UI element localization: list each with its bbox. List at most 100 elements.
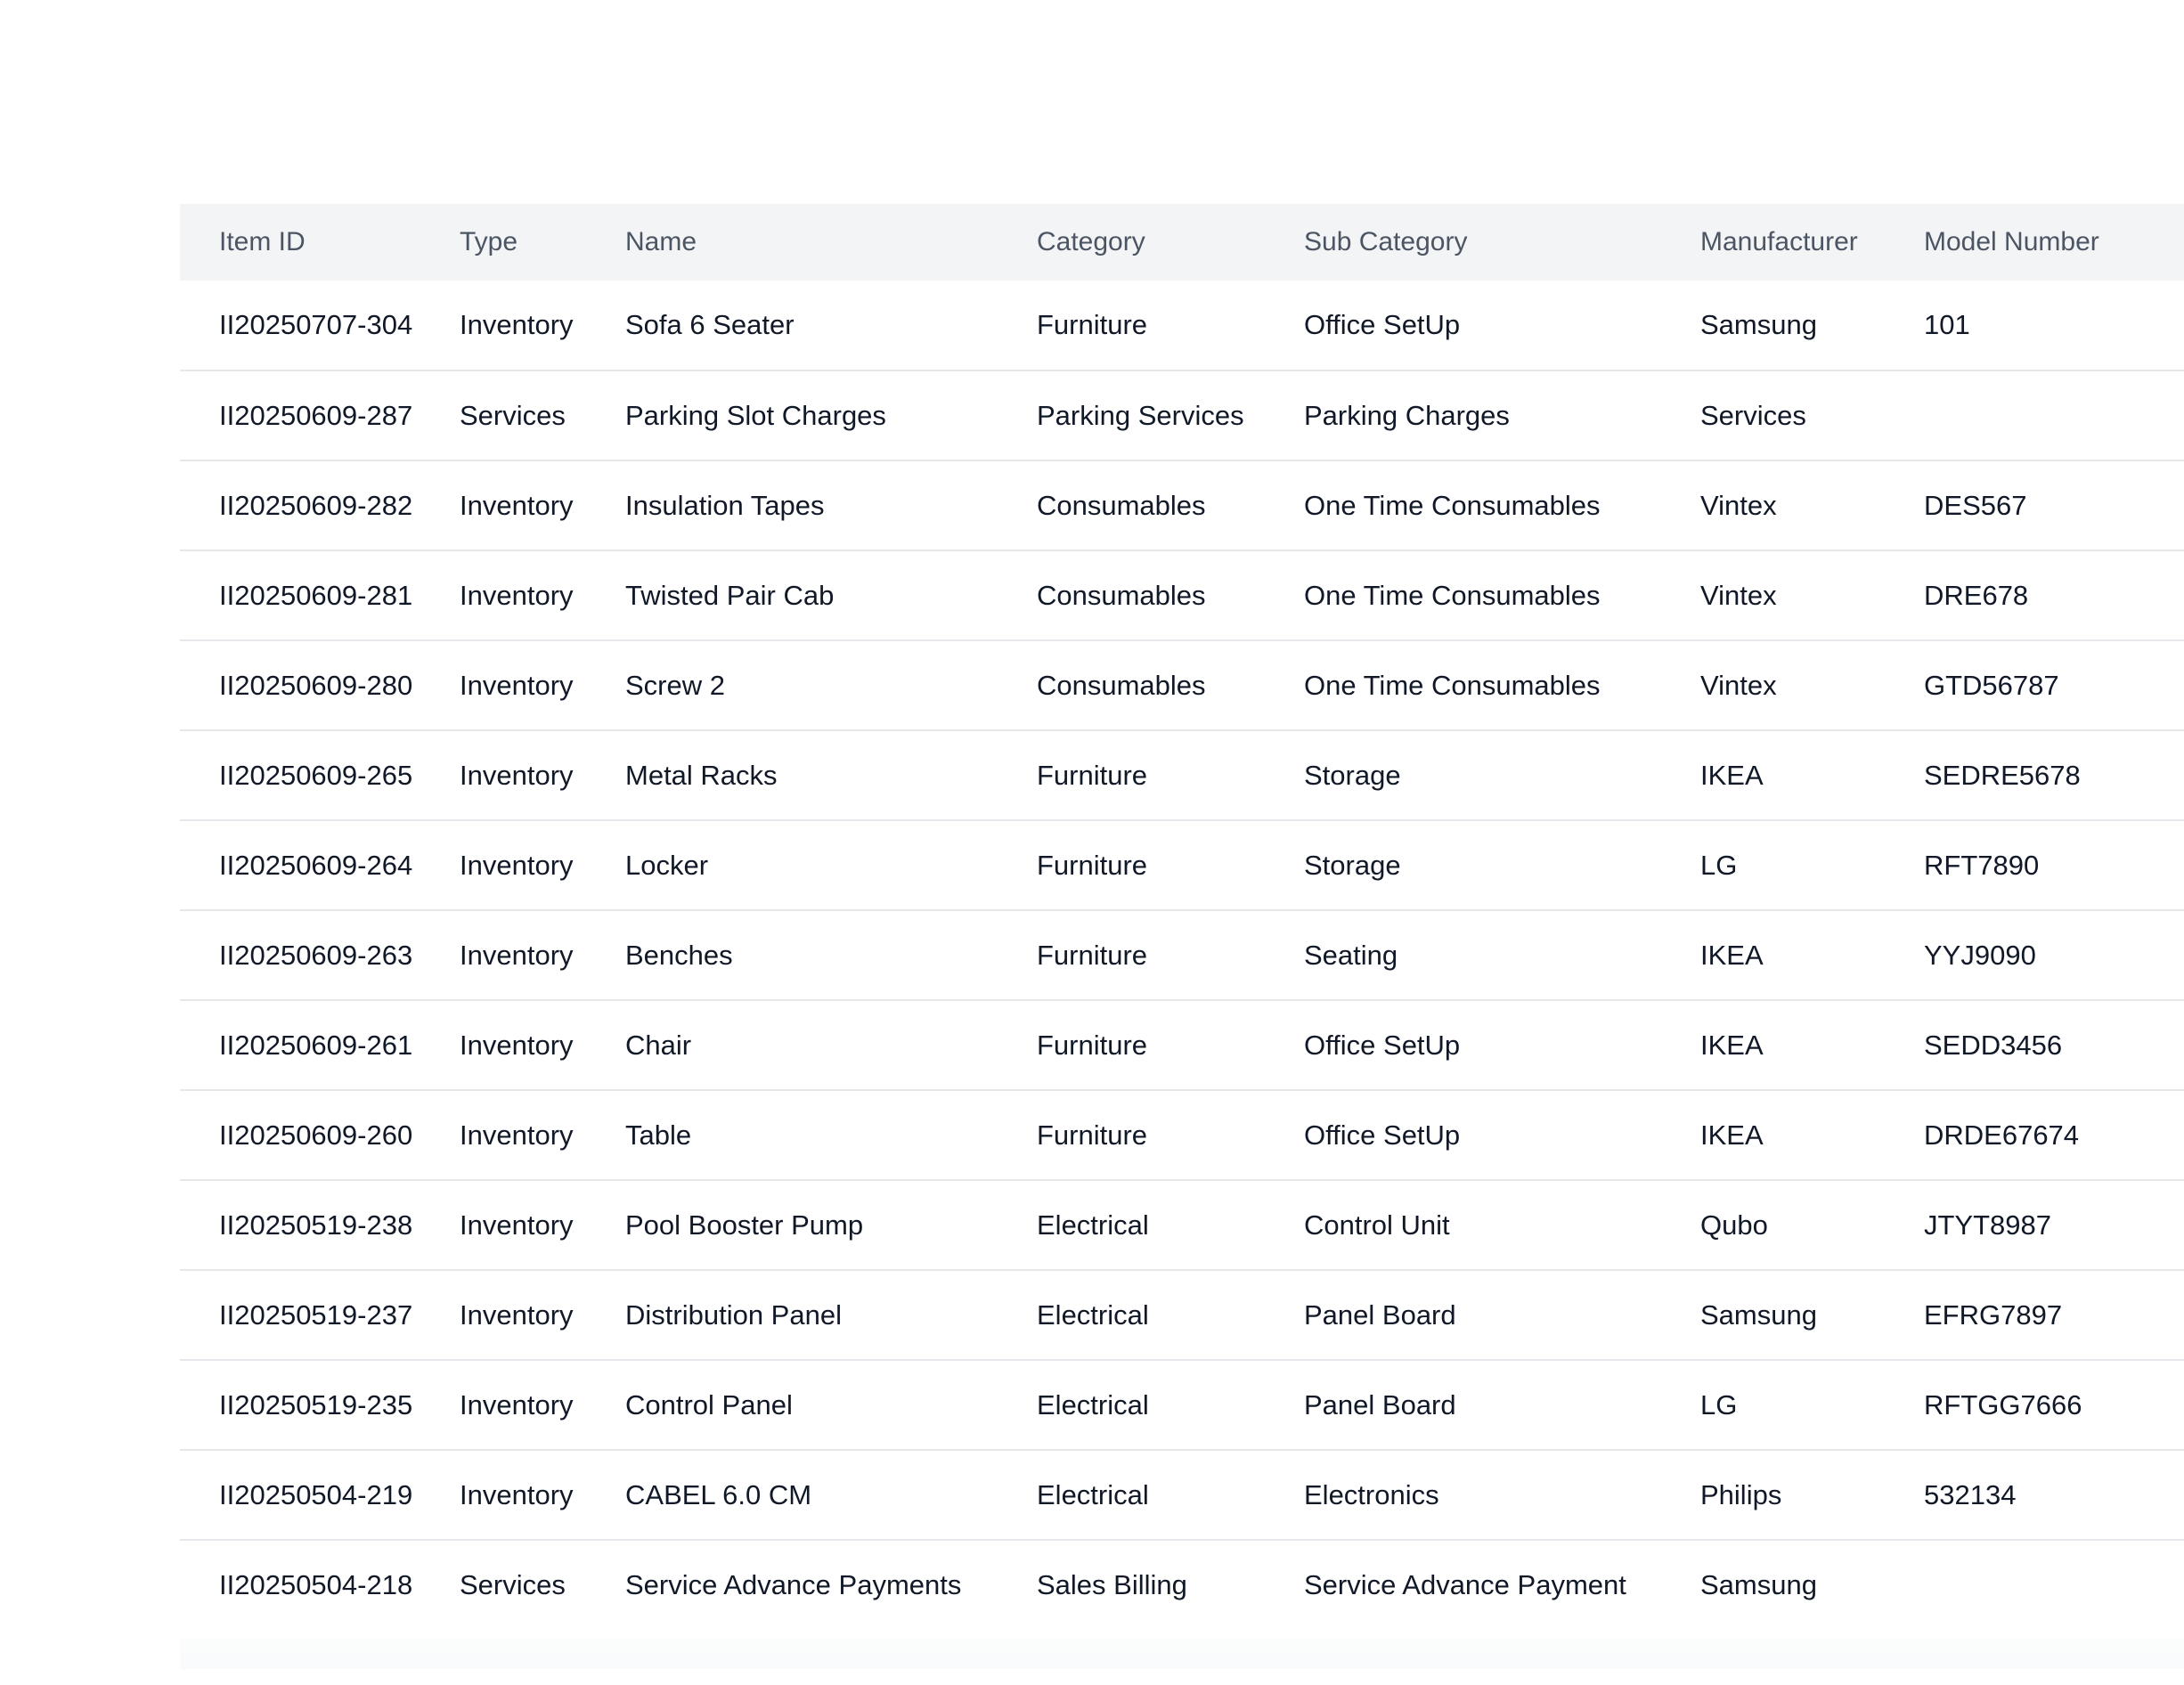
column-header-sub-category[interactable]: Sub Category [1304, 204, 1700, 281]
cell-sub-category: Storage [1304, 759, 1401, 791]
table-row[interactable]: II20250519-235 Inventory Control Panel Elec… [180, 1360, 2184, 1450]
table-row[interactable]: II20250504-219 Inventory CABEL 6.0 CM Elect… [180, 1450, 2184, 1540]
cell-sub-category: Service Advance Payment [1304, 1569, 1626, 1600]
table-row[interactable]: II20250519-237 Inventory Distribution Pane… [180, 1270, 2184, 1360]
cell-name: Insulation Tapes [625, 489, 825, 521]
cell-name: Locker [625, 849, 709, 881]
cell-type: Inventory [460, 1119, 574, 1151]
cell-sub-category: Panel Board [1304, 1388, 1456, 1420]
cell-category: Consumables [1037, 669, 1206, 701]
cell-name: Service Advance Payments [625, 1569, 962, 1600]
cell-name: Control Panel [625, 1388, 793, 1420]
cell-name: Pool Booster Pump [625, 1209, 864, 1241]
table-row[interactable]: II20250609-261 Inventory Chair Furniture Off… [180, 1000, 2184, 1090]
cell-category: Electrical [1037, 1478, 1149, 1510]
cell-type: Inventory [460, 489, 574, 521]
column-header-name[interactable]: Name [625, 204, 1037, 281]
cell-category: Sales Billing [1037, 1569, 1187, 1600]
cell-manufacturer: Philips [1700, 1478, 1782, 1510]
cell-sub-category: Panel Board [1304, 1298, 1456, 1331]
cell-sub-category: Seating [1304, 939, 1398, 971]
column-header-model-number[interactable]: Model Number [1924, 204, 2184, 281]
cell-sub-category: Office SetUp [1304, 309, 1461, 340]
cell-model-number [1924, 370, 2184, 460]
cell-type: Inventory [460, 1388, 574, 1420]
cell-model-number: SEDRE5678 [1924, 759, 2081, 791]
cell-model-number: 101 [1924, 309, 1970, 340]
cell-item-id: II20250609-261 [219, 1029, 413, 1061]
column-header-type[interactable]: Type [460, 204, 625, 281]
cell-category: Furniture [1037, 1119, 1148, 1151]
items-table: Item ID Type Name Category Sub Category … [180, 204, 2184, 1630]
cell-name: Twisted Pair Cab [625, 579, 835, 611]
cell-name: Distribution Panel [625, 1298, 842, 1331]
cell-sub-category: Storage [1304, 849, 1401, 881]
cell-sub-category: One Time Consumables [1304, 669, 1601, 701]
cell-category: Furniture [1037, 1029, 1148, 1061]
table-row[interactable]: II20250609-282 Inventory Insulation Tapes C… [180, 460, 2184, 550]
cell-type: Inventory [460, 1478, 574, 1510]
items-table-container: Item ID Type Name Category Sub Category … [180, 204, 2184, 1669]
cell-sub-category: One Time Consumables [1304, 579, 1601, 611]
cell-manufacturer: Vintex [1700, 669, 1777, 701]
cell-category: Furniture [1037, 849, 1148, 881]
cell-item-id: II20250609-264 [219, 849, 413, 881]
table-row[interactable]: II20250519-238 Inventory Pool Booster Pump… [180, 1180, 2184, 1270]
cell-item-id: II20250609-265 [219, 759, 413, 791]
cell-manufacturer: Samsung [1700, 1298, 1817, 1331]
table-header: Item ID Type Name Category Sub Category … [180, 204, 2184, 281]
table-bottom-fade [180, 1639, 2184, 1669]
cell-manufacturer: IKEA [1700, 759, 1764, 791]
cell-item-id: II20250519-238 [219, 1209, 413, 1241]
cell-item-id: II20250519-237 [219, 1298, 413, 1331]
cell-item-id: II20250609-280 [219, 669, 413, 701]
cell-manufacturer: Vintex [1700, 489, 1777, 521]
cell-manufacturer: Samsung [1700, 1569, 1817, 1600]
cell-model-number: 532134 [1924, 1478, 2017, 1510]
cell-sub-category: Office SetUp [1304, 1029, 1461, 1061]
cell-type: Inventory [460, 669, 574, 701]
cell-item-id: II20250609-282 [219, 489, 413, 521]
cell-manufacturer: IKEA [1700, 1029, 1764, 1061]
cell-model-number: DES567 [1924, 489, 2027, 521]
cell-category: Furniture [1037, 309, 1148, 340]
cell-name: Benches [625, 939, 733, 971]
cell-model-number [1924, 1540, 2184, 1630]
table-row[interactable]: II20250609-260 Inventory Table Furniture Off… [180, 1090, 2184, 1180]
cell-model-number: JTYT8987 [1924, 1209, 2052, 1241]
cell-model-number: DRDE67674 [1924, 1119, 2080, 1151]
cell-category: Electrical [1037, 1298, 1149, 1331]
column-header-item-id[interactable]: Item ID [180, 204, 460, 281]
table-row[interactable]: II20250504-218 Services Service Advance Pa… [180, 1540, 2184, 1630]
cell-model-number: RFT7890 [1924, 849, 2040, 881]
cell-type: Inventory [460, 1298, 574, 1331]
cell-category: Furniture [1037, 759, 1148, 791]
cell-sub-category: Office SetUp [1304, 1119, 1461, 1151]
table-row[interactable]: II20250609-263 Inventory Benches Furniture S… [180, 910, 2184, 1000]
cell-item-id: II20250707-304 [219, 309, 413, 340]
table-row[interactable]: II20250609-287 Services Parking Slot Charg… [180, 370, 2184, 460]
table-row[interactable]: II20250609-280 Inventory Screw 2 Consumable… [180, 640, 2184, 730]
cell-category: Consumables [1037, 579, 1206, 611]
cell-item-id: II20250609-263 [219, 939, 413, 971]
cell-name: Screw 2 [625, 669, 725, 701]
cell-category: Electrical [1037, 1388, 1149, 1420]
cell-sub-category: Control Unit [1304, 1209, 1450, 1241]
table-row[interactable]: II20250609-264 Inventory Locker Furniture St… [180, 820, 2184, 910]
cell-sub-category: Electronics [1304, 1478, 1439, 1510]
cell-name: Metal Racks [625, 759, 778, 791]
table-row[interactable]: II20250609-281 Inventory Twisted Pair Cab C… [180, 550, 2184, 640]
cell-category: Consumables [1037, 489, 1206, 521]
table-row[interactable]: II20250707-304 Inventory Sofa 6 Seater Furn… [180, 281, 2184, 370]
cell-manufacturer: LG [1700, 849, 1738, 881]
cell-type: Services [460, 1569, 566, 1600]
table-row[interactable]: II20250609-265 Inventory Metal Racks Furnit… [180, 730, 2184, 820]
cell-model-number: EFRG7897 [1924, 1298, 2063, 1331]
cell-name: Chair [625, 1029, 692, 1061]
cell-item-id: II20250609-281 [219, 579, 413, 611]
column-header-category[interactable]: Category [1037, 204, 1304, 281]
cell-model-number: YYJ9090 [1924, 939, 2036, 971]
cell-manufacturer: Samsung [1700, 309, 1817, 340]
column-header-manufacturer[interactable]: Manufacturer [1700, 204, 1924, 281]
cell-model-number: RFTGG7666 [1924, 1388, 2082, 1420]
